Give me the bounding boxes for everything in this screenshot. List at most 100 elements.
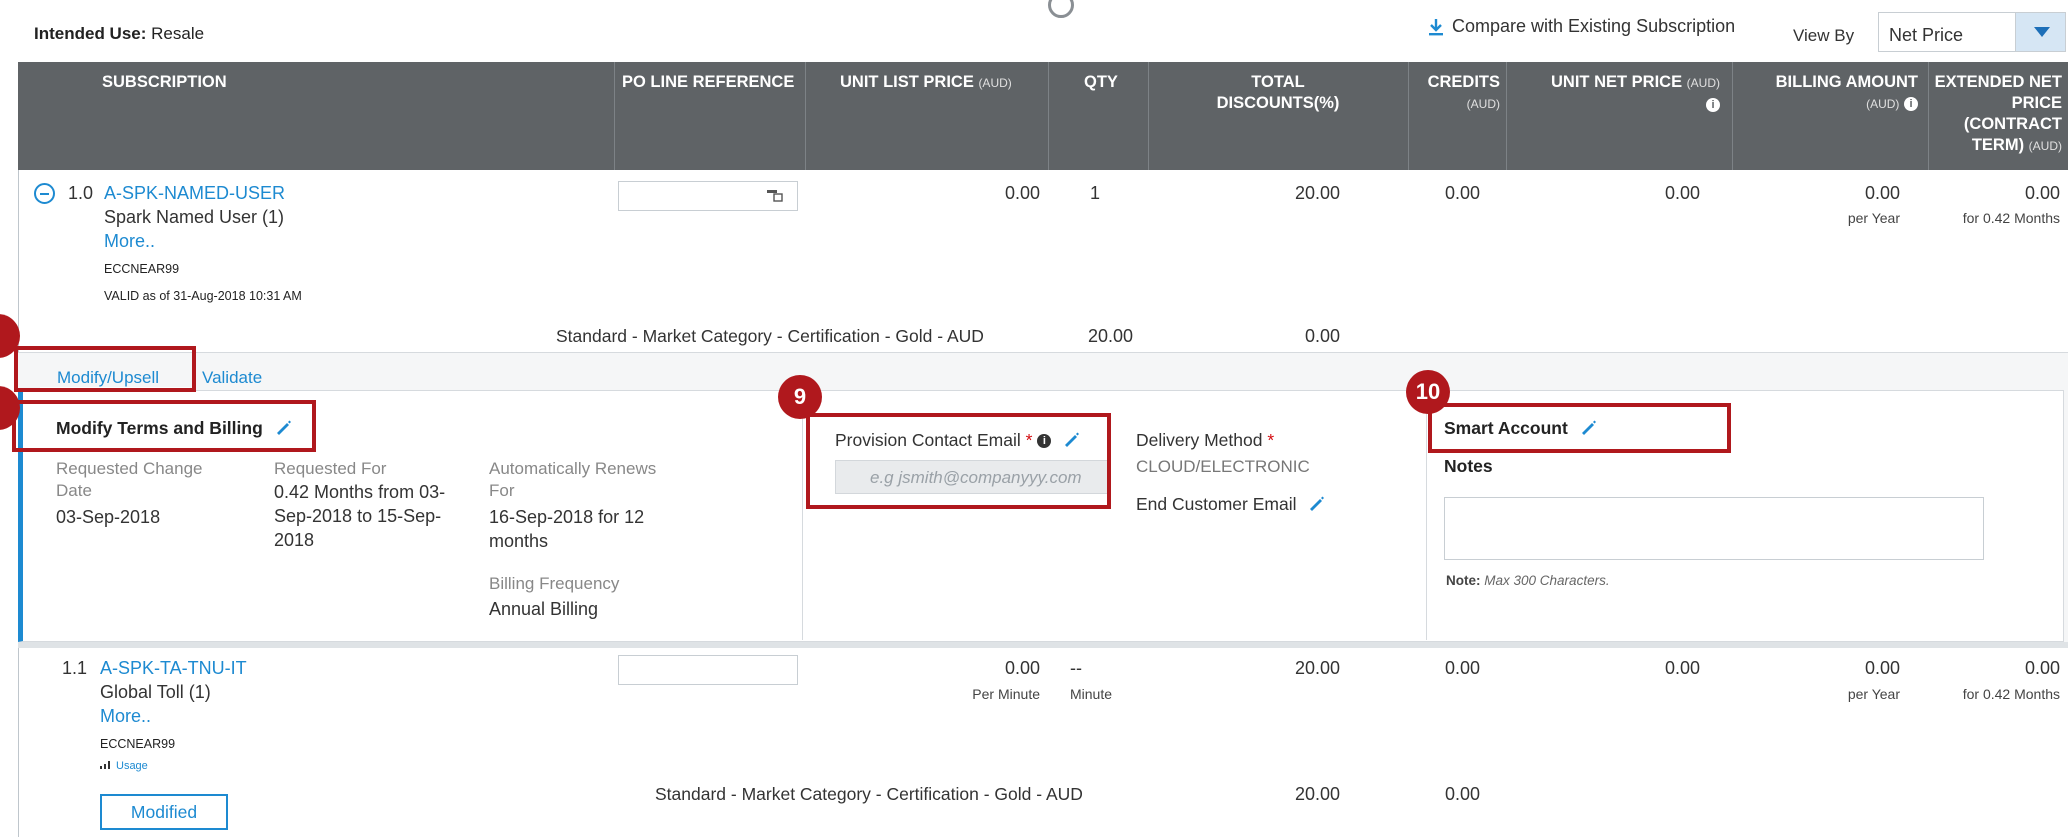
collapse-icon[interactable]: [34, 183, 55, 204]
info-icon[interactable]: i: [1904, 96, 1918, 111]
row2-discount-percent: 20.00: [1294, 784, 1340, 804]
col-credits: CREDITS (AUD): [1408, 72, 1500, 115]
delivery-method-label: Delivery Method *: [1136, 430, 1275, 450]
col-po-line: PO LINE REFERENCE: [622, 73, 795, 91]
ext-net-line1: EXTENDED NET: [1934, 73, 2062, 91]
row2-extended-net: 0.00: [2024, 658, 2060, 678]
row2-line-no: 1.1: [62, 658, 88, 678]
row1-discount-percent: 20.00: [1088, 326, 1134, 346]
row2-billing-period: per Year: [1847, 686, 1900, 702]
col-extended-net-price: EXTENDED NET PRICE (CONTRACT TERM) (AUD): [1928, 72, 2062, 157]
callout-smart-account: [1428, 403, 1731, 453]
subscription-page: Intended Use: Resale Compare with Existi…: [0, 0, 2068, 837]
row1-billing-amount: 0.00: [1864, 183, 1900, 203]
row2-total-discounts: 20.00: [1294, 658, 1340, 678]
notes-hint-prefix: Note:: [1446, 573, 1481, 588]
notes-textarea[interactable]: [1444, 497, 1984, 560]
row2-discount-amount: 0.00: [1444, 784, 1480, 804]
row2-usage[interactable]: Usage: [100, 760, 148, 772]
col-unit-net-price: UNIT NET PRICE (AUD) i: [1506, 72, 1720, 115]
billing-amount-unit: (AUD): [1866, 97, 1900, 111]
row2-discount-description: Standard - Market Category - Certificati…: [655, 784, 1083, 804]
credits-label: CREDITS: [1427, 73, 1500, 91]
billing-frequency-label: Billing Frequency: [489, 574, 620, 593]
total-discounts-line2: DISCOUNTS(%): [1216, 94, 1340, 112]
row2-more-link[interactable]: More..: [100, 706, 151, 727]
auto-renew-value: 16-Sep-2018 for 12 months: [489, 505, 644, 553]
row1-unit-list-price: 0.00: [1004, 183, 1040, 203]
requested-for-line1: 0.42 Months from 03-: [274, 482, 446, 502]
auto-renew-label-2: For: [489, 481, 515, 500]
unit-net-price-unit: (AUD): [1686, 76, 1720, 90]
row1-more-link[interactable]: More..: [104, 231, 155, 252]
row2-qty: --: [1070, 658, 1082, 678]
modified-button[interactable]: Modified: [100, 794, 228, 830]
ext-net-unit: (AUD): [2028, 139, 2062, 153]
signal-icon: [100, 761, 110, 769]
intended-use-label: Intended Use:: [34, 24, 147, 43]
credits-unit: (AUD): [1466, 97, 1500, 111]
view-by-label: View By: [1793, 26, 1855, 45]
end-customer-email[interactable]: End Customer Email: [1136, 494, 1325, 515]
requested-change-label: Requested Change Date: [56, 458, 203, 502]
top-bar: Intended Use: Resale Compare with Existi…: [18, 0, 2068, 62]
circle-icon: [1048, 0, 1074, 18]
requested-change-value: 03-Sep-2018: [56, 507, 161, 527]
row2-description: Global Toll (1): [100, 682, 211, 702]
pencil-icon[interactable]: [1307, 494, 1325, 512]
row2-unit-list-price: 0.00: [1004, 658, 1040, 678]
row1-line-no: 1.0: [68, 183, 94, 203]
row1-billing-period: per Year: [1847, 210, 1900, 226]
row2-po-line-input[interactable]: [618, 655, 798, 685]
col-unit-list-price: UNIT LIST PRICE (AUD): [840, 72, 1012, 94]
col-billing-amount: BILLING AMOUNT (AUD) i: [1732, 72, 1918, 115]
download-icon: [1429, 18, 1443, 35]
row1-discount-amount: 0.00: [1304, 326, 1340, 346]
end-customer-email-label: End Customer Email: [1136, 494, 1297, 514]
row1-sku-link[interactable]: A-SPK-NAMED-USER: [104, 183, 285, 204]
delivery-method-value: CLOUD/ELECTRONIC: [1136, 457, 1310, 476]
auto-renew-line2: months: [489, 531, 549, 551]
callout-modify-terms: [12, 400, 316, 452]
callout-badge-9: 9: [778, 375, 822, 419]
row1-credits: 0.00: [1444, 183, 1480, 203]
chevron-down-icon[interactable]: [2015, 13, 2065, 51]
requested-change-label-2: Date: [56, 481, 92, 500]
col-subscription: SUBSCRIPTION: [102, 73, 227, 91]
callout-modify-tab: [14, 346, 196, 392]
row1-extended-term: for 0.42 Months: [1962, 210, 2060, 226]
row2-unit-net-price: 0.00: [1664, 658, 1700, 678]
row2-usage-label: Usage: [116, 760, 148, 772]
info-icon[interactable]: i: [1706, 97, 1720, 112]
row1-po-line-input[interactable]: [618, 181, 798, 211]
compare-label: Compare with Existing Subscription: [1452, 16, 1736, 36]
row1-valid: VALID as of 31-Aug-2018 10:31 AM: [104, 289, 302, 303]
row2-qty-unit: Minute: [1070, 686, 1113, 702]
row2-extended-term: for 0.42 Months: [1962, 686, 2060, 702]
unit-list-price-label: UNIT LIST PRICE: [840, 73, 974, 91]
requested-change-label-1: Requested Change: [56, 459, 203, 478]
view-by-select[interactable]: Net Price: [1878, 12, 2066, 52]
billing-frequency-value: Annual Billing: [489, 599, 599, 619]
unit-list-price-unit: (AUD): [978, 76, 1012, 90]
total-discounts-line1: TOTAL: [1251, 73, 1305, 91]
auto-renew-label: Automatically Renews For: [489, 458, 656, 502]
requested-for-line3: 2018: [274, 530, 315, 550]
delivery-method-text: Delivery Method: [1136, 430, 1263, 450]
row2-sku-link[interactable]: A-SPK-TA-TNU-IT: [100, 658, 247, 679]
notes-label: Notes: [1444, 456, 1493, 476]
requested-for-label: Requested For: [274, 459, 387, 478]
tab-validate[interactable]: Validate: [202, 368, 262, 388]
ext-net-line4: TERM): [1971, 136, 2025, 154]
calendar-icon[interactable]: [767, 188, 783, 202]
row1-code: ECCNEAR99: [104, 262, 180, 276]
compare-link[interactable]: Compare with Existing Subscription: [1428, 16, 1735, 37]
callout-badge-10: 10: [1406, 370, 1450, 414]
row1-qty: 1: [1090, 183, 1101, 203]
intended-use: Intended Use: Resale: [34, 24, 204, 44]
row1-extended-net: 0.00: [2024, 183, 2060, 203]
row1-description: Spark Named User (1): [104, 207, 285, 227]
requested-for-line2: Sep-2018 to 15-Sep-: [274, 506, 442, 526]
row1-discount-description: Standard - Market Category - Certificati…: [556, 326, 984, 346]
row2-code: ECCNEAR99: [100, 737, 176, 751]
